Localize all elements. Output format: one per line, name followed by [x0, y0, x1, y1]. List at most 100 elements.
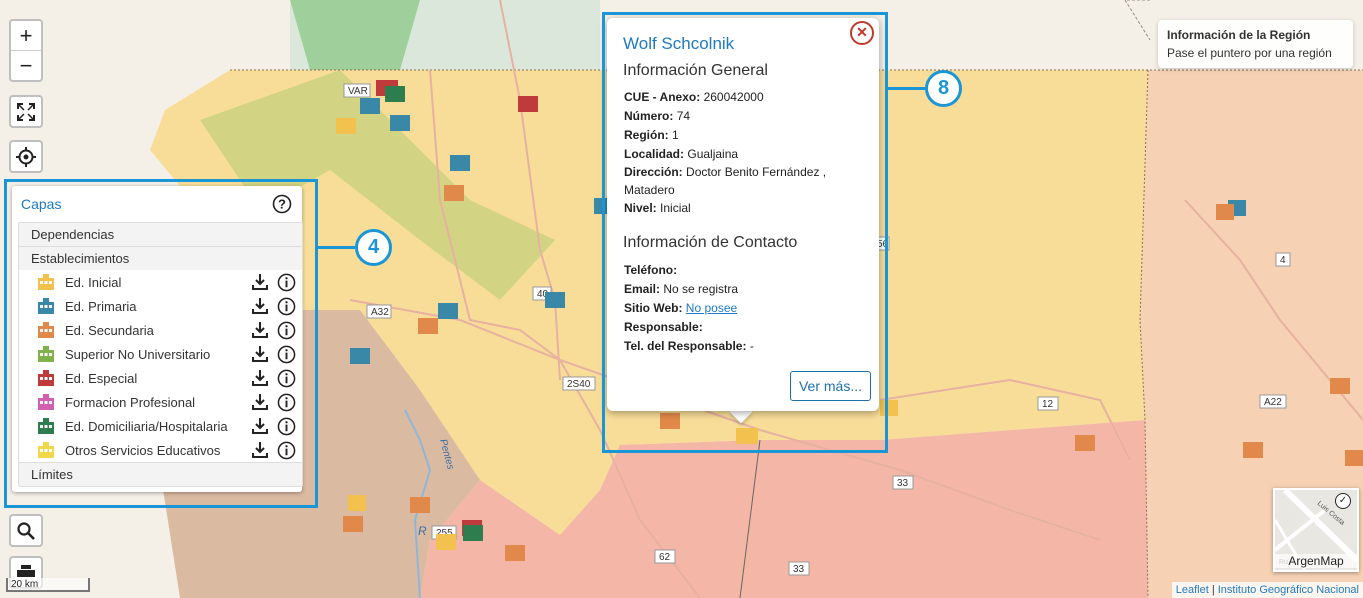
download-icon[interactable] [250, 272, 270, 292]
info-direccion: Dirección: Doctor Benito Fernández , Mat… [624, 165, 827, 197]
info-telefono: Teléfono: [624, 263, 678, 277]
layers-panel-title: Capas [21, 196, 62, 212]
zoom-out-button[interactable]: − [11, 50, 41, 80]
info-localidad: Localidad: Gualjaina [624, 147, 739, 161]
road-label: 62 [659, 552, 671, 563]
attribution: Leaflet | Instituto Geográfico Nacional [1171, 582, 1363, 598]
minimap-label: ArgenMap [1275, 554, 1357, 568]
contact-heading: Información de Contacto [623, 234, 798, 251]
info-icon[interactable] [276, 416, 296, 436]
layer-rows: Ed. Inicial Ed. Primaria Ed. Secundaria Sup… [19, 270, 302, 462]
download-icon[interactable] [250, 344, 270, 364]
info-email: Email: No se registra [624, 282, 739, 296]
download-icon[interactable] [250, 368, 270, 388]
river-label: R [418, 524, 427, 538]
download-icon[interactable] [250, 320, 270, 340]
road-label: 12 [1042, 399, 1054, 410]
leaflet-link[interactable]: Leaflet [1176, 584, 1209, 596]
road-label: 2S40 [567, 379, 591, 390]
school-icon [38, 442, 54, 458]
layer-row: Ed. Primaria [19, 294, 302, 318]
ign-link[interactable]: Instituto Geográfico Nacional [1218, 584, 1359, 596]
layer-row: Otros Servicios Educativos [19, 438, 302, 462]
annotation-badge: 8 [925, 70, 962, 107]
school-name: Wolf Schcolnik [623, 34, 735, 53]
info-responsable: Responsable: [624, 320, 703, 334]
region-info-hint: Pase el puntero por una región [1167, 46, 1332, 60]
layer-row: Ed. Domiciliaria/Hospitalaria [19, 414, 302, 438]
info-tel-responsable: Tel. del Responsable: - [624, 339, 754, 353]
search-control [9, 514, 43, 547]
layers-list: Dependencias Establecimientos Ed. Inicia… [18, 222, 303, 487]
locate-button[interactable] [11, 142, 41, 171]
download-icon[interactable] [250, 296, 270, 316]
layer-label[interactable]: Ed. Especial [65, 371, 250, 386]
info-icon[interactable] [276, 344, 296, 364]
school-popup: ✕ Wolf Schcolnik Información General CUE… [607, 18, 879, 411]
help-icon[interactable]: ? [272, 194, 292, 217]
layer-label[interactable]: Superior No Universitario [65, 347, 250, 362]
layer-label[interactable]: Ed. Secundaria [65, 323, 250, 338]
road-label: A32 [371, 307, 389, 318]
info-icon[interactable] [276, 272, 296, 292]
info-icon[interactable] [276, 392, 296, 412]
annotation-badge: 4 [355, 229, 392, 266]
highlight-connector [315, 246, 355, 249]
school-icon [38, 274, 54, 290]
road-label: 33 [793, 564, 805, 575]
info-web: Sitio Web: No posee [624, 301, 738, 315]
layer-label[interactable]: Ed. Inicial [65, 275, 250, 290]
svg-text:?: ? [278, 197, 286, 212]
zoom-control: + − [9, 19, 43, 82]
layer-row: Ed. Inicial [19, 270, 302, 294]
search-button[interactable] [11, 516, 41, 545]
place-label: VAR [348, 86, 368, 97]
download-icon[interactable] [250, 392, 270, 412]
layer-label[interactable]: Formacion Profesional [65, 395, 250, 410]
layer-row: Formacion Profesional [19, 390, 302, 414]
close-icon[interactable]: ✕ [850, 21, 874, 45]
highlight-connector [885, 87, 925, 90]
region-info-panel: Información de la Región Pase el puntero… [1158, 20, 1353, 68]
info-icon[interactable] [276, 320, 296, 340]
website-link[interactable]: No posee [686, 301, 737, 315]
minimap[interactable]: Luis Costa Ru ✓ ArgenMap [1273, 487, 1360, 572]
road-label: 4 [1280, 255, 1286, 266]
fullscreen-control [9, 95, 43, 128]
school-icon [38, 370, 54, 386]
fullscreen-button[interactable] [11, 97, 41, 126]
scale-bar: 20 km [6, 578, 90, 592]
layer-label[interactable]: Ed. Primaria [65, 299, 250, 314]
download-icon[interactable] [250, 416, 270, 436]
info-icon[interactable] [276, 440, 296, 460]
region-info-title: Información de la Región [1167, 28, 1311, 42]
check-icon[interactable]: ✓ [1335, 493, 1351, 509]
zoom-in-button[interactable]: + [11, 21, 41, 50]
fullscreen-icon [17, 102, 35, 121]
road-label: 33 [897, 478, 909, 489]
locate-control [9, 140, 43, 173]
info-icon[interactable] [276, 368, 296, 388]
section-limites[interactable]: Límites [19, 462, 302, 486]
info-nivel: Nivel: Inicial [624, 201, 691, 215]
layer-row: Ed. Secundaria [19, 318, 302, 342]
school-icon [38, 394, 54, 410]
info-region: Región: 1 [624, 128, 679, 142]
search-icon [17, 521, 35, 540]
section-dependencias[interactable]: Dependencias [19, 223, 302, 247]
layer-row: Ed. Especial [19, 366, 302, 390]
info-cue: CUE - Anexo: 260042000 [624, 90, 764, 104]
layers-panel: Capas ? Dependencias Establecimientos Ed… [12, 186, 303, 492]
school-icon [38, 298, 54, 314]
layer-label[interactable]: Otros Servicios Educativos [65, 443, 250, 458]
info-icon[interactable] [276, 296, 296, 316]
ver-mas-button[interactable]: Ver más... [790, 371, 871, 401]
section-establecimientos[interactable]: Establecimientos [19, 247, 302, 270]
download-icon[interactable] [250, 440, 270, 460]
crosshair-icon [16, 146, 36, 167]
general-heading: Información General [623, 62, 768, 79]
road-label: A22 [1264, 397, 1282, 408]
school-icon [38, 322, 54, 338]
layer-row: Superior No Universitario [19, 342, 302, 366]
layer-label[interactable]: Ed. Domiciliaria/Hospitalaria [65, 419, 250, 434]
